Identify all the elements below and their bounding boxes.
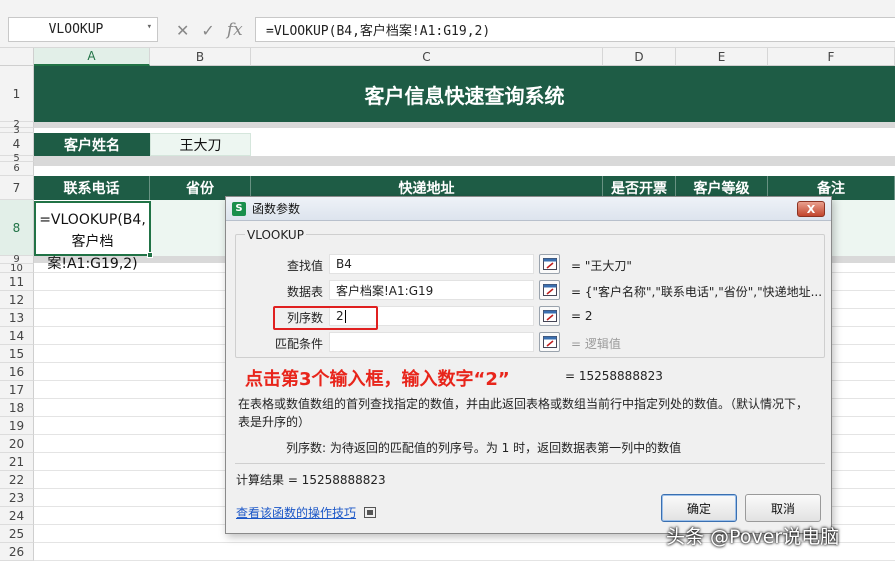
customer-name-label[interactable]: 客户姓名 bbox=[34, 133, 150, 156]
row-header-7[interactable]: 7 bbox=[0, 176, 34, 200]
ok-button[interactable]: 确定 bbox=[661, 494, 737, 522]
enter-icon[interactable]: ✓ bbox=[201, 21, 214, 40]
row-header-14[interactable]: 14 bbox=[0, 327, 34, 345]
collapse-dialog-icon[interactable] bbox=[539, 306, 560, 326]
chevron-down-icon[interactable]: ▾ bbox=[147, 22, 152, 32]
customer-name-input[interactable]: 王大刀 bbox=[150, 133, 251, 156]
row-header-21[interactable]: 21 bbox=[0, 453, 34, 471]
column-header-c[interactable]: C bbox=[251, 48, 603, 66]
row-header-8[interactable]: 8 bbox=[0, 200, 34, 256]
select-all-corner[interactable] bbox=[0, 48, 34, 66]
arg-result-range-lookup: = 逻辑值 bbox=[571, 337, 621, 351]
cancel-button[interactable]: 取消 bbox=[745, 494, 821, 522]
video-icon bbox=[364, 507, 377, 518]
collapse-dialog-icon[interactable] bbox=[539, 254, 560, 274]
header-phone[interactable]: 联系电话 bbox=[34, 176, 150, 200]
collapse-dialog-icon[interactable] bbox=[539, 280, 560, 300]
arg-label-range-lookup: 匹配条件 bbox=[274, 337, 323, 351]
dialog-title: 函数参数 bbox=[252, 202, 301, 216]
column-header-b[interactable]: B bbox=[150, 48, 251, 66]
help-link-text: 查看该函数的操作技巧 bbox=[236, 506, 357, 520]
formula-text: =VLOOKUP(B4,客户档案!A1:G19,2) bbox=[266, 24, 491, 39]
formula-result: = 15258888823 bbox=[565, 369, 663, 383]
row-header-17[interactable]: 17 bbox=[0, 381, 34, 399]
active-cell-formula: =VLOOKUP(B4,客户档案!A1:G19,2) bbox=[39, 212, 146, 272]
column-header-e[interactable]: E bbox=[676, 48, 768, 66]
function-name: VLOOKUP bbox=[245, 228, 306, 242]
separator-band bbox=[34, 122, 895, 128]
arg-input-table-array[interactable]: 客户档案!A1:G19 bbox=[329, 280, 534, 300]
row-header-26[interactable]: 26 bbox=[0, 543, 34, 561]
row-header-13[interactable]: 13 bbox=[0, 309, 34, 327]
arg-input-range-lookup[interactable] bbox=[329, 332, 534, 352]
column-header-d[interactable]: D bbox=[603, 48, 676, 66]
arg-input-lookup-value[interactable]: B4 bbox=[329, 254, 534, 274]
row-header-15[interactable]: 15 bbox=[0, 345, 34, 363]
formula-bar-icons: ✕ ✓ fx bbox=[176, 18, 243, 42]
row-header-19[interactable]: 19 bbox=[0, 417, 34, 435]
dialog-titlebar[interactable]: S 函数参数 X bbox=[226, 197, 831, 221]
formula-input[interactable]: =VLOOKUP(B4,客户档案!A1:G19,2) bbox=[255, 17, 895, 42]
collapse-dialog-icon[interactable] bbox=[539, 332, 560, 352]
row-header-18[interactable]: 18 bbox=[0, 399, 34, 417]
row-header-1[interactable]: 1 bbox=[0, 66, 34, 122]
arg-result-lookup-value: = "王大刀" bbox=[571, 259, 632, 273]
row-header-10[interactable]: 10 bbox=[0, 263, 34, 274]
insert-function-icon[interactable]: fx bbox=[227, 20, 243, 40]
row-header-22[interactable]: 22 bbox=[0, 471, 34, 489]
row-header-24[interactable]: 24 bbox=[0, 507, 34, 525]
watermark: 头条 @Pover说电脑 bbox=[666, 526, 840, 548]
arg-value: B4 bbox=[336, 257, 352, 271]
row-header-12[interactable]: 12 bbox=[0, 291, 34, 309]
row-header-16[interactable]: 16 bbox=[0, 363, 34, 381]
arg-value: 客户档案!A1:G19 bbox=[336, 283, 434, 298]
highlight-box bbox=[273, 306, 378, 330]
arg-result-col-index: = 2 bbox=[571, 309, 593, 323]
row-header-6[interactable]: 6 bbox=[0, 162, 34, 176]
column-header-a[interactable]: A bbox=[34, 48, 150, 66]
formula-bar: VLOOKUP ▾ ✕ ✓ fx =VLOOKUP(B4,客户档案!A1:G19… bbox=[0, 0, 895, 48]
sheet-title[interactable]: 客户信息快速查询系统 bbox=[34, 66, 895, 122]
divider bbox=[235, 463, 825, 464]
name-box-value: VLOOKUP bbox=[48, 22, 104, 37]
instruction-annotation: 点击第3个输入框，输入数字“2” bbox=[245, 369, 510, 390]
arg-label-table-array: 数据表 bbox=[286, 285, 323, 299]
row-header-23[interactable]: 23 bbox=[0, 489, 34, 507]
separator-band-2 bbox=[34, 156, 895, 166]
parameter-description: 列序数: 为待返回的匹配值的列序号。为 1 时，返回数据表第一列中的数值 bbox=[286, 441, 682, 455]
function-description: 在表格或数值数组的首列查找指定的数值，并由此返回表格或数组当前行中指定列处的数值… bbox=[238, 397, 809, 429]
function-help-link[interactable]: 查看该函数的操作技巧 bbox=[236, 504, 377, 521]
column-header-f[interactable]: F bbox=[768, 48, 895, 66]
wps-app-icon: S bbox=[232, 201, 246, 216]
cancel-icon[interactable]: ✕ bbox=[176, 21, 189, 40]
row-header-20[interactable]: 20 bbox=[0, 435, 34, 453]
active-cell-a8[interactable]: =VLOOKUP(B4,客户档案!A1:G19,2) bbox=[34, 201, 153, 272]
row-header-25[interactable]: 25 bbox=[0, 525, 34, 543]
arg-result-table-array: = {"客户名称","联系电话","省份","快递地址... bbox=[571, 285, 823, 299]
close-button[interactable]: X bbox=[797, 201, 825, 217]
row-header-11[interactable]: 11 bbox=[0, 273, 34, 291]
function-arguments-dialog: S 函数参数 X VLOOKUP 查找值 B4 = "王大刀" 数据表 客户档案… bbox=[225, 196, 832, 534]
calculation-result: 计算结果 = 15258888823 bbox=[236, 473, 386, 487]
arg-label-lookup-value: 查找值 bbox=[286, 259, 323, 273]
name-box[interactable]: VLOOKUP ▾ bbox=[8, 17, 158, 42]
fill-handle[interactable] bbox=[147, 252, 153, 258]
